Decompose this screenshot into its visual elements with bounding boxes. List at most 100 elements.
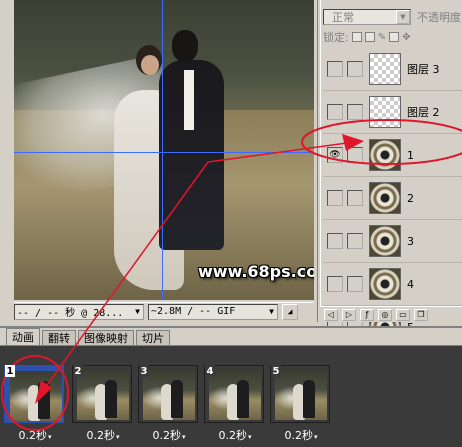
lock-transparency-checkbox[interactable] [351, 32, 362, 42]
layer-name: 1 [407, 148, 414, 162]
frame-strip: 1 0.2秒▾ 2 0.2秒▾ 3 0.2秒▾ 4 0.2秒▾ 5 0.2秒▾ [0, 348, 462, 447]
blend-mode-row: 正常 ▼ 不透明度 [323, 8, 462, 26]
blend-mode-value: 正常 [332, 11, 354, 24]
layer-list: 图层 3图层 2👁12345 [323, 48, 462, 349]
lock-label: 锁定: [323, 31, 349, 44]
layer-thumbnail [369, 225, 401, 257]
visibility-toggle[interactable] [327, 61, 343, 77]
size-status-field[interactable]: ~2.8M / -- GIF ▼ [148, 303, 278, 320]
link-toggle[interactable] [347, 61, 363, 77]
document-window: www.68ps.com -- / -- 秒 @ 28... ▼ ~2.8M /… [0, 0, 318, 322]
visibility-toggle[interactable] [327, 233, 343, 249]
chevron-down-icon[interactable]: ▼ [135, 307, 140, 316]
photo-groom-shirt [184, 70, 194, 130]
frame-thumbnail [275, 370, 327, 420]
chevron-down-icon[interactable]: ▾ [182, 433, 186, 441]
prev-arrow-icon[interactable]: ◁ [324, 308, 338, 321]
layer-name: 3 [407, 234, 414, 248]
imageready-workspace: www.68ps.com -- / -- 秒 @ 28... ▼ ~2.8M /… [0, 0, 462, 447]
blend-mode-select[interactable]: 正常 ▼ [323, 9, 411, 25]
layer-row[interactable]: 图层 2 [323, 91, 462, 134]
watermark-text: www.68ps.com [198, 262, 314, 281]
frame-delay-select[interactable]: 0.2秒▾ [138, 427, 200, 442]
visibility-toggle[interactable] [327, 104, 343, 120]
chevron-down-icon[interactable]: ▾ [314, 433, 318, 441]
horizontal-guide-line[interactable] [14, 152, 314, 153]
brush-icon: ✎ [377, 31, 387, 43]
frame-thumbnail [143, 370, 195, 420]
layer-name: 4 [407, 277, 414, 291]
chevron-down-icon[interactable]: ▾ [116, 433, 120, 441]
frame-thumbnail [10, 371, 62, 421]
layer-row[interactable]: 3 [323, 220, 462, 263]
animation-frame[interactable]: 4 0.2秒▾ [204, 365, 266, 443]
link-toggle[interactable] [347, 190, 363, 206]
visibility-toggle[interactable] [327, 276, 343, 292]
timing-status-field[interactable]: -- / -- 秒 @ 28... ▼ [14, 303, 144, 320]
panel-tab[interactable]: 动画 [6, 328, 40, 345]
thumb-groom [171, 380, 183, 418]
layer-row[interactable]: 4 [323, 263, 462, 306]
timing-status-text: -- / -- 秒 @ 28... [17, 308, 124, 319]
frame-delay-value: 0.2秒 [284, 429, 313, 442]
visibility-toggle[interactable] [327, 190, 343, 206]
layer-thumbnail [369, 268, 401, 300]
link-toggle[interactable] [347, 233, 363, 249]
layer-thumbnail [369, 139, 401, 171]
layer-row[interactable]: 2 [323, 177, 462, 220]
resize-grip-icon[interactable]: ◢ [282, 303, 298, 320]
layer-row[interactable]: 图层 3 [323, 48, 462, 91]
frame-delay-value: 0.2秒 [152, 429, 181, 442]
frame-delay-value: 0.2秒 [18, 429, 47, 442]
layers-footer-toolbar: ◁ ▷ ƒ ◎ ▭ ❐ [320, 306, 462, 322]
panel-tab[interactable]: 翻转 [42, 330, 76, 345]
frame-thumbnail [209, 370, 261, 420]
new-folder-icon[interactable]: ▭ [396, 308, 410, 321]
chevron-down-icon[interactable]: ▼ [396, 10, 410, 24]
vertical-guide-line[interactable] [162, 0, 163, 300]
layer-thumbnail [369, 53, 401, 85]
move-icon: ✥ [402, 31, 411, 43]
link-toggle[interactable] [347, 276, 363, 292]
layer-thumbnail [369, 182, 401, 214]
frame-delay-select[interactable]: 0.2秒▾ [270, 427, 332, 442]
layer-name: 图层 3 [407, 63, 440, 76]
layer-row[interactable]: 👁 1 [323, 134, 462, 177]
new-layer-icon[interactable]: ❐ [414, 308, 428, 321]
animation-panel: 动画 翻转 图像映射 切片 1 0.2秒▾ 2 0.2秒▾ 3 0.2秒▾ 4 0.2秒▾ 5 0.2秒… [0, 326, 462, 447]
layer-style-icon[interactable]: ƒ [360, 308, 374, 321]
animation-frame[interactable]: 1 0.2秒▾ [4, 365, 66, 443]
layer-mask-icon[interactable]: ◎ [378, 308, 392, 321]
panel-tab[interactable]: 切片 [136, 330, 170, 345]
lock-position-checkbox[interactable] [389, 32, 400, 42]
frame-number: 2 [73, 365, 83, 377]
chevron-down-icon[interactable]: ▾ [48, 433, 52, 441]
thumb-groom [105, 380, 117, 418]
animation-frame[interactable]: 2 0.2秒▾ [72, 365, 134, 443]
opacity-label: 不透明度 [417, 11, 461, 24]
visibility-toggle[interactable]: 👁 [327, 147, 343, 163]
photo-bride-face [141, 55, 159, 75]
lock-row: 锁定: ✎ ✥ [323, 30, 462, 44]
frame-delay-select[interactable]: 0.2秒▾ [4, 427, 66, 442]
thumb-groom [303, 380, 315, 418]
next-arrow-icon[interactable]: ▷ [342, 308, 356, 321]
lock-image-checkbox[interactable] [364, 32, 375, 42]
frame-delay-value: 0.2秒 [218, 429, 247, 442]
panel-tab-bar: 动画 翻转 图像映射 切片 [0, 328, 462, 346]
link-toggle[interactable] [347, 104, 363, 120]
animation-frame[interactable]: 3 0.2秒▾ [138, 365, 200, 443]
chevron-down-icon[interactable]: ▾ [248, 433, 252, 441]
panel-tab[interactable]: 图像映射 [78, 330, 134, 345]
link-toggle[interactable] [347, 147, 363, 163]
image-canvas[interactable]: www.68ps.com [14, 0, 314, 300]
layer-name: 2 [407, 191, 414, 205]
document-status-bar: -- / -- 秒 @ 28... ▼ ~2.8M / -- GIF ▼ ◢ [14, 302, 314, 320]
thumb-groom [38, 381, 50, 419]
frame-delay-select[interactable]: 0.2秒▾ [204, 427, 266, 442]
layers-panel: 正常 ▼ 不透明度 锁定: ✎ ✥ 图层 3图层 2👁12345 [320, 0, 462, 349]
animation-frame[interactable]: 5 0.2秒▾ [270, 365, 332, 443]
frame-delay-select[interactable]: 0.2秒▾ [72, 427, 134, 442]
chevron-down-icon[interactable]: ▼ [269, 307, 274, 316]
frame-number: 5 [271, 365, 281, 377]
